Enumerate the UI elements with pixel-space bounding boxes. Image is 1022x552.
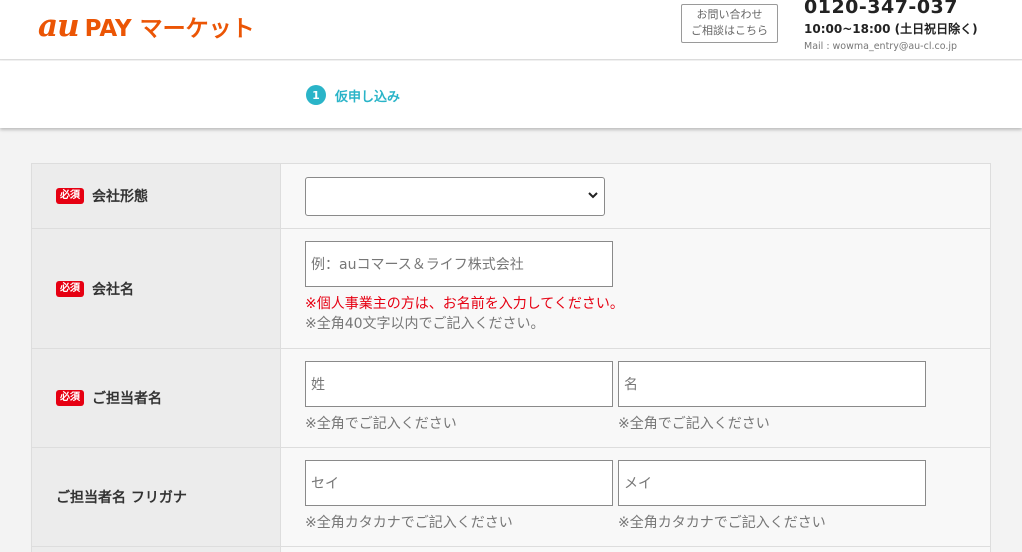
last-kana-placeholder: セイ: [311, 476, 339, 492]
site-header: au PAY マーケット お問い合わせ ご相談はこちら 0120-347-037…: [0, 0, 1022, 60]
step-label: 仮申し込み: [335, 89, 401, 105]
first-kana-note: ※全角カタカナでご記入ください: [618, 515, 826, 531]
company-type-label: 必須 会社形態: [32, 164, 281, 228]
first-kana-input[interactable]: メイ: [618, 460, 926, 506]
company-type-label-text: 会社形態: [92, 189, 148, 205]
row-contact-name: 必須 ご担当者名 姓 ※全角でご記入ください 名 ※全角でご記入ください: [31, 349, 991, 448]
phone-number: 0120-347-037: [804, 0, 958, 18]
last-kana-input[interactable]: セイ: [305, 460, 613, 506]
contact-kana-field: セイ ※全角カタカナでご記入ください メイ ※全角カタカナでご記入ください: [281, 448, 990, 546]
company-name-label: 必須 会社名: [32, 229, 281, 348]
required-badge: 必須: [56, 280, 84, 297]
first-name-col: 名 ※全角でご記入ください: [618, 361, 926, 433]
contact-name-field: 姓 ※全角でご記入ください 名 ※全角でご記入ください: [281, 349, 990, 447]
step-bar: 1 仮申し込み: [0, 61, 1022, 128]
required-badge: 必須: [56, 390, 84, 406]
last-name-input[interactable]: 姓: [305, 361, 613, 407]
contact-line1: お問い合わせ: [696, 8, 763, 21]
company-name-input[interactable]: 例：auコマース＆ライフ株式会社: [305, 241, 613, 287]
company-name-note-red: ※個人事業主の方は、お名前を入力してください。: [305, 296, 624, 312]
au-pay-market-logo[interactable]: au PAY マーケット: [38, 8, 255, 48]
next-row-label: [32, 547, 281, 552]
last-kana-note: ※全角カタカナでご記入ください: [305, 515, 513, 531]
contact-kana-label: ご担当者名 フリガナ: [32, 448, 281, 546]
row-company-type: 必須 会社形態: [31, 164, 991, 229]
company-name-note: ※全角40文字以内でご記入ください。: [305, 316, 545, 332]
chevron-down-icon: [588, 188, 598, 202]
last-name-col: 姓 ※全角でご記入ください: [305, 361, 613, 433]
contact-button[interactable]: お問い合わせ ご相談はこちら: [681, 4, 778, 43]
first-kana-placeholder: メイ: [624, 476, 652, 492]
row-contact-kana: ご担当者名 フリガナ セイ ※全角カタカナでご記入ください メイ ※全角カタカナ…: [31, 448, 991, 547]
last-kana-col: セイ ※全角カタカナでご記入ください: [305, 460, 613, 532]
contact-kana-label-text: ご担当者名 フリガナ: [56, 490, 187, 506]
company-name-label-text: 会社名: [92, 281, 134, 298]
contact-name-label-text: ご担当者名: [92, 391, 162, 407]
row-next: [31, 547, 991, 552]
company-type-select[interactable]: [305, 177, 605, 216]
first-kana-col: メイ ※全角カタカナでご記入ください: [618, 460, 926, 532]
contact-kana-pair: セイ ※全角カタカナでご記入ください メイ ※全角カタカナでご記入ください: [305, 460, 990, 532]
business-hours: 10:00~18:00 (土日祝日除く): [804, 22, 978, 36]
row-company-name: 必須 会社名 例：auコマース＆ライフ株式会社 ※個人事業主の方は、お名前を入力…: [31, 229, 991, 349]
application-form: 必須 会社形態 必須 会社名 例：auコマース＆ライフ株式会社 ※個人事業主の方…: [31, 163, 991, 552]
logo-au: au: [38, 8, 80, 44]
last-name-placeholder: 姓: [311, 377, 325, 393]
step-1: 1 仮申し込み: [306, 85, 400, 105]
company-name-placeholder: 例：auコマース＆ライフ株式会社: [311, 257, 524, 273]
contact-mail: Mail : wowma_entry@au-cl.co.jp: [804, 41, 958, 52]
next-row-field: [281, 547, 990, 552]
company-name-field: 例：auコマース＆ライフ株式会社 ※個人事業主の方は、お名前を入力してください。…: [281, 229, 990, 348]
contact-name-pair: 姓 ※全角でご記入ください 名 ※全角でご記入ください: [305, 361, 990, 433]
contact-line2: ご相談はこちら: [691, 24, 768, 37]
required-badge: 必須: [56, 188, 84, 204]
first-name-input[interactable]: 名: [618, 361, 926, 407]
company-type-field: [281, 164, 990, 228]
contact-name-label: 必須 ご担当者名: [32, 349, 281, 447]
step-number: 1: [306, 85, 326, 105]
first-name-placeholder: 名: [624, 377, 638, 393]
last-name-note: ※全角でご記入ください: [305, 416, 457, 432]
first-name-note: ※全角でご記入ください: [618, 416, 770, 432]
logo-text: PAY マーケット: [84, 16, 255, 42]
